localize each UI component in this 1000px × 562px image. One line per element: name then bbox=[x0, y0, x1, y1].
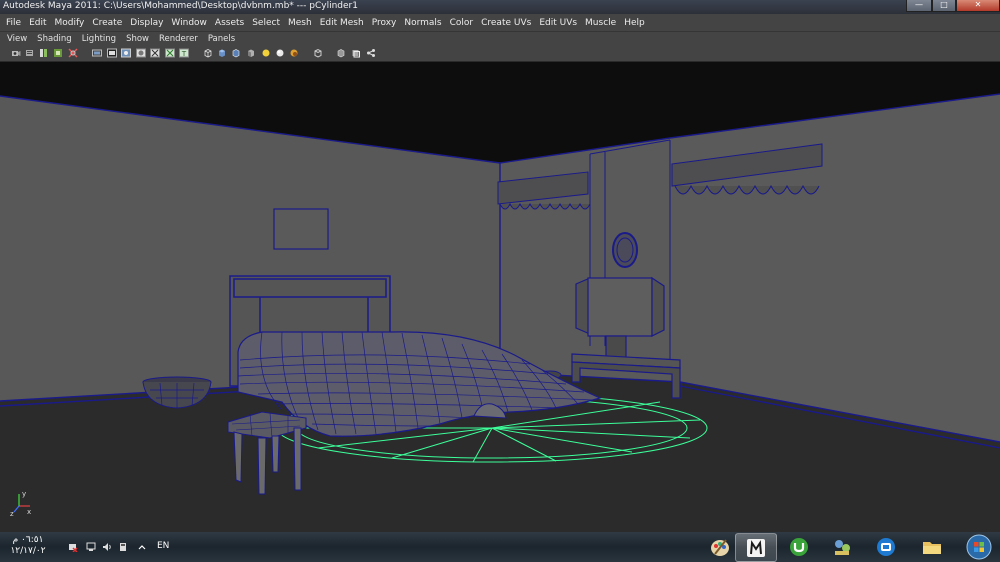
gate-mask-icon[interactable] bbox=[121, 48, 131, 58]
panel-menu-shading[interactable]: Shading bbox=[32, 34, 77, 44]
menu-assets[interactable]: Assets bbox=[211, 18, 248, 28]
menu-muscle[interactable]: Muscle bbox=[581, 18, 620, 28]
window-title: Autodesk Maya 2011: C:\Users\Mohammed\De… bbox=[3, 1, 358, 11]
menu-display[interactable]: Display bbox=[126, 18, 167, 28]
panel-menu-renderer[interactable]: Renderer bbox=[154, 34, 203, 44]
taskbar-maya-button[interactable] bbox=[735, 533, 777, 562]
show-hidden-icons-chevron-icon[interactable] bbox=[137, 542, 147, 552]
taskbar-utorrent-button[interactable] bbox=[779, 533, 819, 560]
title-bar: Autodesk Maya 2011: C:\Users\Mohammed\De… bbox=[0, 0, 1000, 14]
backface-icon[interactable] bbox=[351, 48, 361, 58]
language-indicator[interactable]: EN bbox=[157, 541, 169, 551]
menu-file[interactable]: File bbox=[0, 18, 25, 28]
camera-attr-icon[interactable] bbox=[25, 48, 35, 58]
menu-color[interactable]: Color bbox=[446, 18, 478, 28]
axis-label-z: z bbox=[10, 510, 14, 518]
volume-icon[interactable] bbox=[102, 542, 112, 552]
clock-date: ١٢/١٧/٠٢ bbox=[10, 546, 46, 556]
smooth-shade-icon[interactable] bbox=[217, 48, 227, 58]
textured-icon[interactable] bbox=[246, 48, 256, 58]
maya-app-icon bbox=[747, 539, 765, 557]
resolution-gate-icon[interactable] bbox=[107, 48, 117, 58]
menu-help[interactable]: Help bbox=[620, 18, 649, 28]
network-tray-icon[interactable] bbox=[86, 542, 96, 552]
menu-create-uvs[interactable]: Create UVs bbox=[477, 18, 535, 28]
start-orb-icon bbox=[966, 534, 992, 560]
maxthon-app-icon bbox=[877, 538, 895, 556]
scene-render: y x z bbox=[0, 62, 1000, 532]
wall-picture-frame bbox=[273, 208, 329, 250]
paint-app-icon bbox=[711, 539, 729, 556]
utorrent-app-icon bbox=[790, 538, 808, 556]
svg-text:T: T bbox=[181, 50, 187, 58]
menu-normals[interactable]: Normals bbox=[400, 18, 445, 28]
menu-edit-uvs[interactable]: Edit UVs bbox=[535, 18, 581, 28]
maximize-button[interactable]: □ bbox=[932, 0, 956, 12]
menu-create[interactable]: Create bbox=[88, 18, 126, 28]
share-icon[interactable] bbox=[366, 48, 376, 58]
panel-menu-view[interactable]: View bbox=[0, 34, 32, 44]
menu-window[interactable]: Window bbox=[167, 18, 211, 28]
axis-label-x: x bbox=[27, 508, 31, 516]
start-button[interactable] bbox=[960, 533, 998, 560]
round-mirror bbox=[612, 232, 638, 268]
menu-edit-mesh[interactable]: Edit Mesh bbox=[316, 18, 368, 28]
system-clock[interactable]: ٠٦:٥١ م ١٢/١٧/٠٢ bbox=[4, 535, 52, 557]
windows-taskbar: ٠٦:٥١ م ١٢/١٧/٠٢ EN bbox=[0, 532, 1000, 562]
default-light-icon[interactable] bbox=[261, 48, 271, 58]
shaded-wireframe-icon[interactable] bbox=[231, 48, 241, 58]
safe-title-icon[interactable] bbox=[165, 48, 175, 58]
close-button[interactable]: ✕ bbox=[956, 0, 1000, 12]
panel-menu-panels[interactable]: Panels bbox=[203, 34, 240, 44]
window-controls: — □ ✕ bbox=[906, 0, 1000, 12]
minimize-button[interactable]: — bbox=[906, 0, 932, 12]
menu-select[interactable]: Select bbox=[248, 18, 284, 28]
menu-modify[interactable]: Modify bbox=[51, 18, 89, 28]
clock-time: ٠٦:٥١ م bbox=[12, 535, 44, 545]
panel-toolbar: T bbox=[0, 45, 1000, 62]
grid-icon[interactable] bbox=[68, 48, 78, 58]
shadows-icon[interactable] bbox=[289, 48, 299, 58]
usb-device-icon[interactable] bbox=[118, 542, 128, 552]
menu-edit[interactable]: Edit bbox=[25, 18, 50, 28]
menu-mesh[interactable]: Mesh bbox=[284, 18, 316, 28]
axis-label-y: y bbox=[22, 490, 26, 498]
image-plane-icon[interactable] bbox=[53, 48, 63, 58]
taskbar-maxthon-button[interactable] bbox=[866, 533, 906, 560]
wireframe-icon[interactable] bbox=[203, 48, 213, 58]
panel-menu-bar: View Shading Lighting Show Renderer Pane… bbox=[0, 32, 1000, 45]
panel-menu-lighting[interactable]: Lighting bbox=[77, 34, 121, 44]
perspective-viewport[interactable]: y x z bbox=[0, 62, 1000, 532]
field-chart-icon[interactable] bbox=[136, 48, 146, 58]
hud-icon[interactable]: T bbox=[179, 48, 189, 58]
action-center-icon[interactable] bbox=[68, 542, 78, 552]
all-lights-icon[interactable] bbox=[275, 48, 285, 58]
taskbar-network-button[interactable] bbox=[822, 533, 862, 560]
taskbar-explorer-button[interactable] bbox=[912, 533, 952, 560]
film-gate-icon[interactable] bbox=[92, 48, 102, 58]
isolate-select-icon[interactable] bbox=[336, 48, 346, 58]
main-menu-bar: File Edit Modify Create Display Window A… bbox=[0, 14, 1000, 32]
network-app-icon bbox=[835, 540, 850, 555]
safe-action-icon[interactable] bbox=[150, 48, 160, 58]
xray-icon[interactable] bbox=[313, 48, 323, 58]
camera-select-icon[interactable] bbox=[11, 48, 21, 58]
bookmark-icon[interactable] bbox=[39, 48, 49, 58]
explorer-app-icon bbox=[923, 542, 941, 554]
panel-menu-show[interactable]: Show bbox=[121, 34, 154, 44]
menu-proxy[interactable]: Proxy bbox=[368, 18, 401, 28]
